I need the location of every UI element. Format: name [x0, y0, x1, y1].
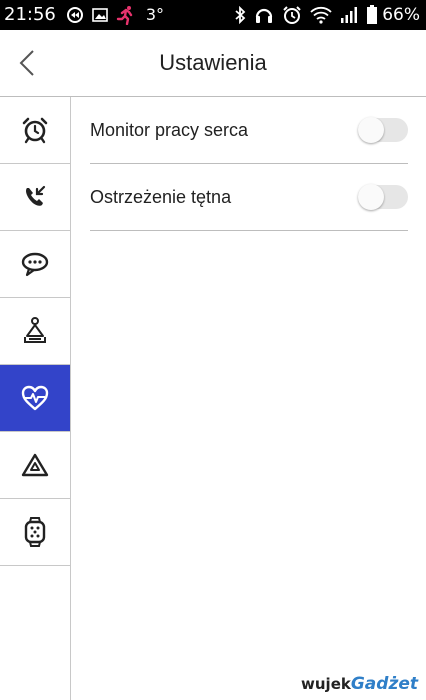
- app-header: Ustawienia: [0, 30, 426, 96]
- smartwatch-icon: [24, 517, 46, 547]
- alarm-icon: [282, 5, 302, 25]
- watermark-logo: wujek Gadżet: [301, 674, 418, 694]
- battery-percentage: 66%: [382, 5, 420, 25]
- sidebar-item-calls[interactable]: [0, 164, 70, 231]
- heart-monitor-toggle[interactable]: [358, 117, 408, 143]
- signal-icon: [340, 6, 358, 24]
- battery-icon: [366, 5, 378, 25]
- status-bar: 21:56 3° 66%: [0, 0, 426, 30]
- watermark-prefix: wujek: [301, 675, 351, 693]
- wifi-icon: [310, 6, 332, 24]
- toggle-knob: [358, 184, 384, 210]
- sidebar-item-heart-rate[interactable]: [0, 365, 70, 432]
- sidebar-item-alarm[interactable]: [0, 97, 70, 164]
- toggle-knob: [358, 117, 384, 143]
- heart-rate-icon: [21, 385, 49, 411]
- image-icon: [92, 7, 108, 23]
- page-title: Ustawienia: [159, 50, 267, 75]
- setting-row-heart-rate-alert: Ostrzeżenie tętna: [90, 164, 408, 231]
- incoming-call-icon: [26, 185, 46, 206]
- sidebar-item-meditation[interactable]: [0, 298, 70, 365]
- heart-rate-alert-toggle[interactable]: [358, 184, 408, 210]
- triangle-icon: [21, 453, 49, 477]
- sidebar-item-messages[interactable]: [0, 231, 70, 298]
- sidebar-item-watch[interactable]: [0, 499, 70, 566]
- status-temperature: 3°: [145, 5, 165, 24]
- sidebar: [0, 97, 71, 700]
- sidebar-item-triangle[interactable]: [0, 432, 70, 499]
- bluetooth-icon: [234, 6, 246, 24]
- settings-list: Monitor pracy serca Ostrzeżenie tętna: [90, 97, 408, 231]
- runner-icon: [116, 5, 136, 25]
- setting-label-heart-rate-alert: Ostrzeżenie tętna: [90, 187, 232, 207]
- sync-icon: [66, 6, 84, 24]
- status-bar-left: 21:56 3°: [4, 0, 164, 30]
- status-bar-right: 66%: [234, 0, 420, 30]
- watermark-brand: Gadżet: [350, 674, 418, 694]
- message-bubble-icon: [21, 252, 49, 277]
- setting-label-heart-monitor: Monitor pracy serca: [90, 120, 249, 140]
- setting-row-heart-monitor: Monitor pracy serca: [90, 97, 408, 164]
- alarm-clock-icon: [22, 117, 48, 144]
- headset-icon: [254, 5, 274, 25]
- status-time: 21:56: [4, 4, 56, 25]
- meditation-icon: [24, 317, 46, 343]
